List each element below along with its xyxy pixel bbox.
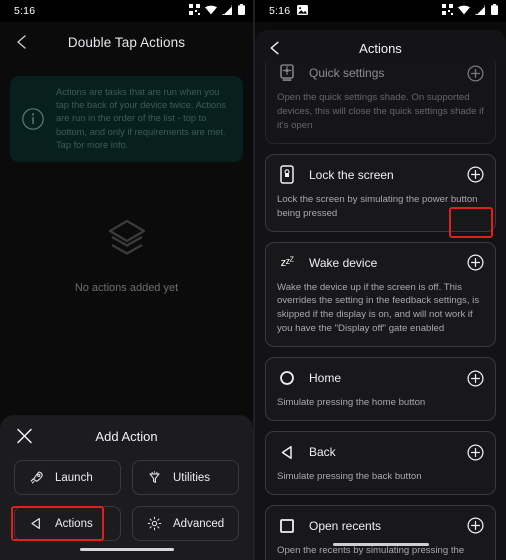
right-phone-screen: 5:16 Do <box>253 0 506 560</box>
info-card[interactable]: Actions are tasks that are run when you … <box>10 76 243 162</box>
action-label: Wake device <box>309 255 378 270</box>
category-label: Utilities <box>173 471 211 484</box>
category-button-launch[interactable]: Launch <box>14 460 121 495</box>
category-label: Actions <box>55 517 93 530</box>
plus-circle-icon[interactable] <box>467 64 484 82</box>
dual-screenshot-container: 5:16 Double Tap Actions Actions are task… <box>0 0 506 560</box>
plus-circle-icon[interactable] <box>467 254 484 271</box>
category-button-advanced[interactable]: Advanced <box>132 506 239 541</box>
add-action-sheet: Add Action Launch Utilities Actions Adva… <box>0 415 253 560</box>
action-card-home[interactable]: Home Simulate pressing the home button <box>265 357 496 422</box>
category-button-utilities[interactable]: Utilities <box>132 460 239 495</box>
action-description: Open the quick settings shade. On suppor… <box>277 92 484 131</box>
circle-icon <box>277 368 297 388</box>
close-icon[interactable] <box>16 428 33 445</box>
action-label: Home <box>309 371 342 386</box>
action-label: Quick settings <box>309 66 385 80</box>
signal-icon <box>222 4 233 18</box>
action-label: Back <box>309 445 336 460</box>
image-icon <box>297 4 309 18</box>
empty-state: No actions added yet <box>0 215 253 294</box>
actions-list: Quick settings Open the quick settings s… <box>255 30 506 560</box>
status-icons <box>442 4 498 18</box>
wifi-icon <box>458 5 470 18</box>
category-button-actions[interactable]: Actions <box>14 506 121 541</box>
status-time: 5:16 <box>269 5 291 17</box>
category-label: Launch <box>55 471 93 484</box>
plus-circle-icon[interactable] <box>467 517 484 534</box>
plus-circle-icon[interactable] <box>467 370 484 387</box>
sheet-title: Actions <box>359 40 402 56</box>
action-description: Simulate pressing the back button <box>277 471 422 483</box>
layers-icon <box>104 215 150 266</box>
sheet-header: Actions <box>255 30 506 66</box>
wifi-icon <box>205 5 217 18</box>
action-description: Lock the screen by simulating the power … <box>277 193 478 219</box>
gesture-nav-pill <box>332 542 429 546</box>
zzz-icon: zzZ <box>280 256 294 270</box>
action-card-lock-the-screen[interactable]: Lock the screen Lock the screen by simul… <box>265 153 496 232</box>
action-label: Open recents <box>309 518 382 533</box>
action-card-back[interactable]: Back Simulate pressing the back button <box>265 431 496 495</box>
actions-picker-sheet: Quick settings Open the quick settings s… <box>255 30 506 560</box>
qr-icon <box>442 4 453 18</box>
gear-icon <box>146 516 162 532</box>
square-icon <box>277 516 297 536</box>
back-button[interactable] <box>266 39 285 58</box>
quick-settings-icon <box>277 63 297 83</box>
back-button[interactable] <box>12 32 32 52</box>
sheet-title: Add Action <box>95 428 158 444</box>
action-card-wake-device[interactable]: zzZ Wake device Wake the device up if th… <box>265 241 496 348</box>
info-icon <box>20 106 46 132</box>
left-app-bar: Double Tap Actions <box>0 22 253 62</box>
triangle-left-icon <box>277 442 297 462</box>
plus-circle-icon[interactable] <box>467 166 484 183</box>
page-title: Double Tap Actions <box>67 34 186 50</box>
action-row: Back <box>277 441 484 463</box>
empty-state-text: No actions added yet <box>74 282 179 294</box>
rocket-icon <box>28 470 44 486</box>
action-description: Wake the device up if the screen is off.… <box>277 281 480 335</box>
action-description: Simulate pressing the home button <box>277 397 426 409</box>
info-card-text: Actions are tasks that are run when you … <box>56 87 227 150</box>
action-category-grid: Launch Utilities Actions Advanced <box>10 457 243 541</box>
action-row: zzZ Wake device <box>277 252 484 274</box>
category-label: Advanced <box>173 517 225 530</box>
battery-icon <box>491 4 498 18</box>
action-row: Home <box>277 367 484 389</box>
action-card-open-recents[interactable]: Open recents Open the recents by simulat… <box>265 504 496 560</box>
sheet-header: Add Action <box>10 415 243 457</box>
plus-circle-icon[interactable] <box>467 444 484 461</box>
gesture-nav-pill <box>79 547 174 551</box>
left-status-bar: 5:16 <box>0 0 253 22</box>
qr-icon <box>189 4 200 18</box>
action-label: Lock the screen <box>309 167 394 182</box>
triangle-left-icon <box>28 516 44 532</box>
action-row: Open recents <box>277 515 484 537</box>
status-icons <box>189 4 245 18</box>
signal-icon <box>475 4 486 18</box>
funnel-icon <box>146 470 162 486</box>
left-phone-screen: 5:16 Double Tap Actions Actions are task… <box>0 0 253 560</box>
action-description: Open the recents by simulating pressing … <box>277 544 480 560</box>
action-row: Lock the screen <box>277 164 484 186</box>
status-time: 5:16 <box>14 5 36 17</box>
battery-icon <box>238 4 245 18</box>
right-status-bar: 5:16 <box>255 0 506 22</box>
lock-phone-icon <box>277 165 297 185</box>
